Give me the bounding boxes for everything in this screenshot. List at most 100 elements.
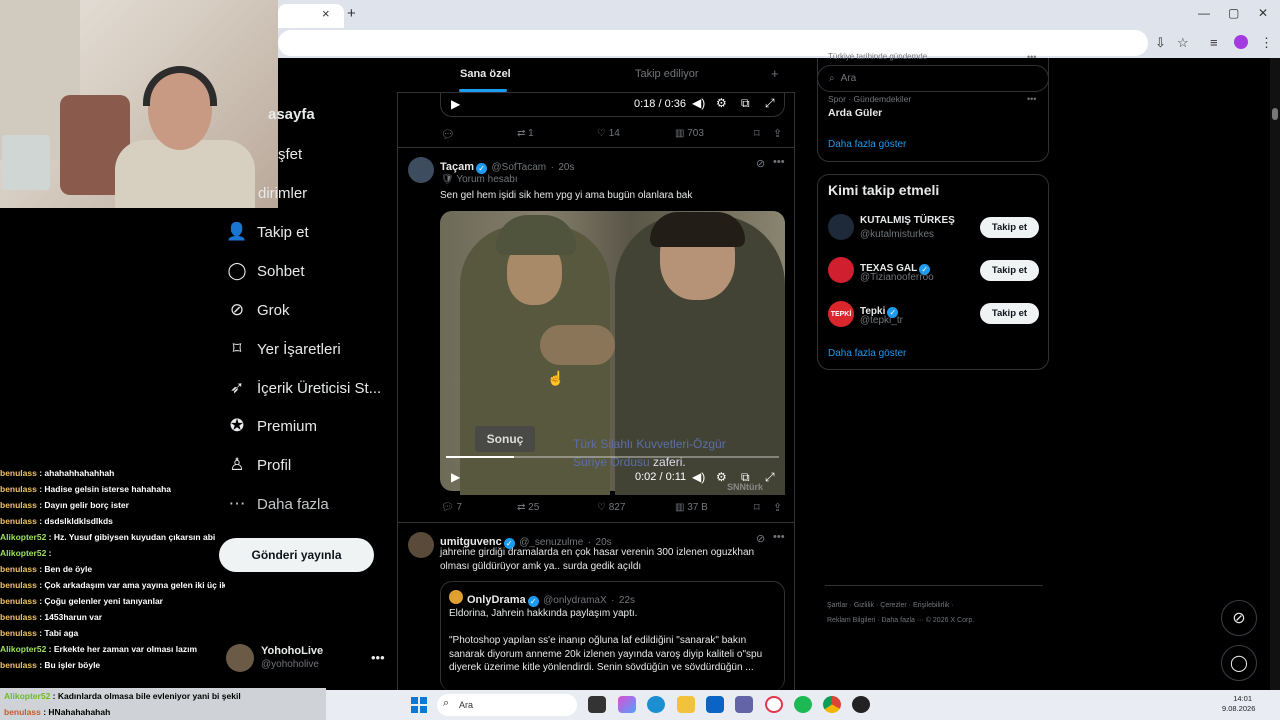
like-button[interactable]: ♡ 14	[597, 128, 620, 139]
account-more-icon[interactable]: •••	[371, 650, 385, 665]
chrome-icon[interactable]	[823, 696, 841, 713]
avatar[interactable]	[226, 644, 254, 672]
install-icon[interactable]: ⇩	[1155, 35, 1166, 51]
post-button[interactable]: Gönderi yayınla	[219, 538, 374, 572]
who-name[interactable]: KUTALMIŞ TÜRKEŞ	[860, 215, 955, 226]
avatar[interactable]	[408, 157, 434, 183]
add-tab-icon[interactable]: +	[771, 66, 779, 81]
pip-icon[interactable]: ⧉	[741, 96, 750, 111]
tepki-logo[interactable]: TEPKİ	[828, 301, 854, 327]
avatar[interactable]	[408, 532, 434, 558]
footer-links[interactable]: Şartlar · Gizlilik · Çerezler · Erişileb…	[827, 598, 1042, 628]
views-button[interactable]: ▥ 703	[675, 128, 704, 139]
tab-for-you[interactable]: Sana özel	[460, 68, 511, 80]
play-icon[interactable]: ▶	[451, 97, 460, 111]
media-icon[interactable]: ≡	[1210, 35, 1218, 50]
more-icon: ⋯	[228, 494, 246, 513]
scrollbar[interactable]	[1270, 58, 1280, 690]
tab-following[interactable]: Takip ediliyor	[635, 68, 699, 80]
more-icon[interactable]: •••	[773, 531, 785, 543]
show-more-link[interactable]: Daha fazla göster	[828, 348, 906, 359]
nav-grok[interactable]: ⊘ Grok	[226, 296, 290, 324]
opera-icon[interactable]	[765, 696, 783, 713]
nav-home[interactable]: asayfa	[268, 106, 315, 123]
menu-icon[interactable]: ⋮	[1260, 35, 1273, 51]
windows-start-icon[interactable]	[411, 697, 427, 713]
nav-follow[interactable]: 👤 Takip et	[226, 218, 308, 246]
footer-line-2[interactable]: Reklam Bilgileri · Daha fazla ··· © 2026…	[827, 613, 1042, 628]
play-icon[interactable]: ▶	[451, 470, 460, 484]
settings-icon[interactable]: ⚙	[716, 96, 727, 110]
obs-icon[interactable]	[852, 696, 870, 713]
more-icon[interactable]: •••	[1027, 94, 1036, 104]
follow-button[interactable]: Takip et	[980, 260, 1039, 281]
bookmark-star-icon[interactable]: ☆	[1177, 35, 1189, 51]
copilot-icon[interactable]	[618, 696, 636, 713]
show-more-link[interactable]: Daha fazla göster	[828, 139, 906, 150]
browser-tab[interactable]	[278, 4, 344, 28]
trend-item[interactable]: Arda Güler	[828, 107, 882, 119]
author-name[interactable]: Taçam	[440, 161, 474, 173]
outlook-icon[interactable]	[706, 696, 724, 713]
maximize-button[interactable]: ▢	[1228, 6, 1239, 20]
share-icon[interactable]: ⇪	[773, 127, 782, 140]
spotify-icon[interactable]	[794, 696, 812, 713]
chat-text: : Bu işler böyle	[36, 660, 101, 670]
nav-more[interactable]: ⋯ Daha fazla	[226, 490, 329, 518]
messages-fab-button[interactable]: ◯	[1221, 645, 1257, 681]
reply-button[interactable]: 💬︎ 7	[441, 502, 462, 513]
nav-bookmarks[interactable]: ⌑ Yer İşaretleri	[226, 335, 341, 363]
file-explorer-icon[interactable]	[677, 696, 695, 713]
settings-icon[interactable]: ⚙	[716, 470, 727, 484]
address-bar[interactable]	[278, 30, 1148, 56]
profile-avatar[interactable]	[1234, 35, 1248, 49]
post-time[interactable]: 20s	[558, 162, 574, 173]
nav-profile[interactable]: ♙ Profil	[226, 451, 291, 479]
nav-premium[interactable]: ✪ Premium	[226, 412, 317, 440]
new-tab-button[interactable]: +	[347, 5, 356, 22]
author-handle[interactable]: @SofTacam	[492, 162, 547, 173]
grok-fab-button[interactable]: ⊘	[1221, 600, 1257, 636]
more-icon[interactable]: •••	[773, 156, 785, 168]
nav-creator-studio[interactable]: ➶ İçerik Üreticisi St...	[226, 374, 381, 402]
follow-button[interactable]: Takip et	[980, 217, 1039, 238]
taskbar-search[interactable]: Ara	[437, 694, 577, 716]
footer-line-1[interactable]: Şartlar · Gizlilik · Çerezler · Erişileb…	[827, 598, 1042, 613]
fullscreen-icon[interactable]: ⤢	[765, 470, 775, 485]
taskbar-clock[interactable]: 14:01 9.08.2026	[1222, 694, 1255, 714]
avatar[interactable]	[828, 257, 854, 283]
nav-notifications[interactable]: dirimler	[258, 185, 307, 202]
account-name[interactable]: YohohoLive	[261, 645, 323, 657]
minimize-button[interactable]: —	[1198, 6, 1210, 20]
reply-icon[interactable]: 💬︎	[441, 128, 455, 141]
like-button[interactable]: ♡ 827	[597, 502, 625, 513]
close-window-button[interactable]: ✕	[1258, 6, 1268, 20]
more-icon[interactable]: •••	[1027, 52, 1036, 62]
share-icon[interactable]: ⇪	[773, 501, 782, 514]
fullscreen-icon[interactable]: ⤢	[765, 96, 775, 111]
volume-icon[interactable]: ◀)	[692, 96, 705, 110]
repost-button[interactable]: ⇄ 25	[517, 502, 539, 513]
pip-icon[interactable]: ⧉	[741, 470, 750, 485]
bookmark-icon[interactable]: ⌑	[754, 501, 760, 514]
task-view-icon[interactable]	[588, 696, 606, 713]
nav-chat[interactable]: ◯ Sohbet	[226, 257, 304, 285]
chat-message: benulass : Hadise gelsin isterse hahahah…	[0, 481, 225, 497]
bookmark-icon[interactable]: ⌑	[754, 127, 760, 140]
edge-icon[interactable]	[647, 696, 665, 713]
avatar[interactable]	[828, 214, 854, 240]
search-input[interactable]: ⌕ Ara	[817, 65, 1049, 92]
repost-button[interactable]: ⇄ 1	[517, 128, 534, 139]
views-button[interactable]: ▥ 37 B	[675, 502, 708, 513]
scrollbar-thumb[interactable]	[1272, 108, 1278, 120]
grok-icon[interactable]: ⊘	[756, 532, 765, 545]
trend-header: Türkiye tarihinde gündemde	[828, 52, 928, 61]
chat-message: benulass : Tabi aga	[0, 625, 225, 641]
nav-explore[interactable]: şfet	[278, 146, 302, 163]
volume-icon[interactable]: ◀)	[692, 470, 705, 484]
follow-button[interactable]: Takip et	[980, 303, 1039, 324]
teams-icon[interactable]	[735, 696, 753, 713]
video-player[interactable]	[440, 93, 785, 117]
close-tab-icon[interactable]: ×	[322, 6, 330, 21]
grok-icon[interactable]: ⊘	[756, 157, 765, 170]
